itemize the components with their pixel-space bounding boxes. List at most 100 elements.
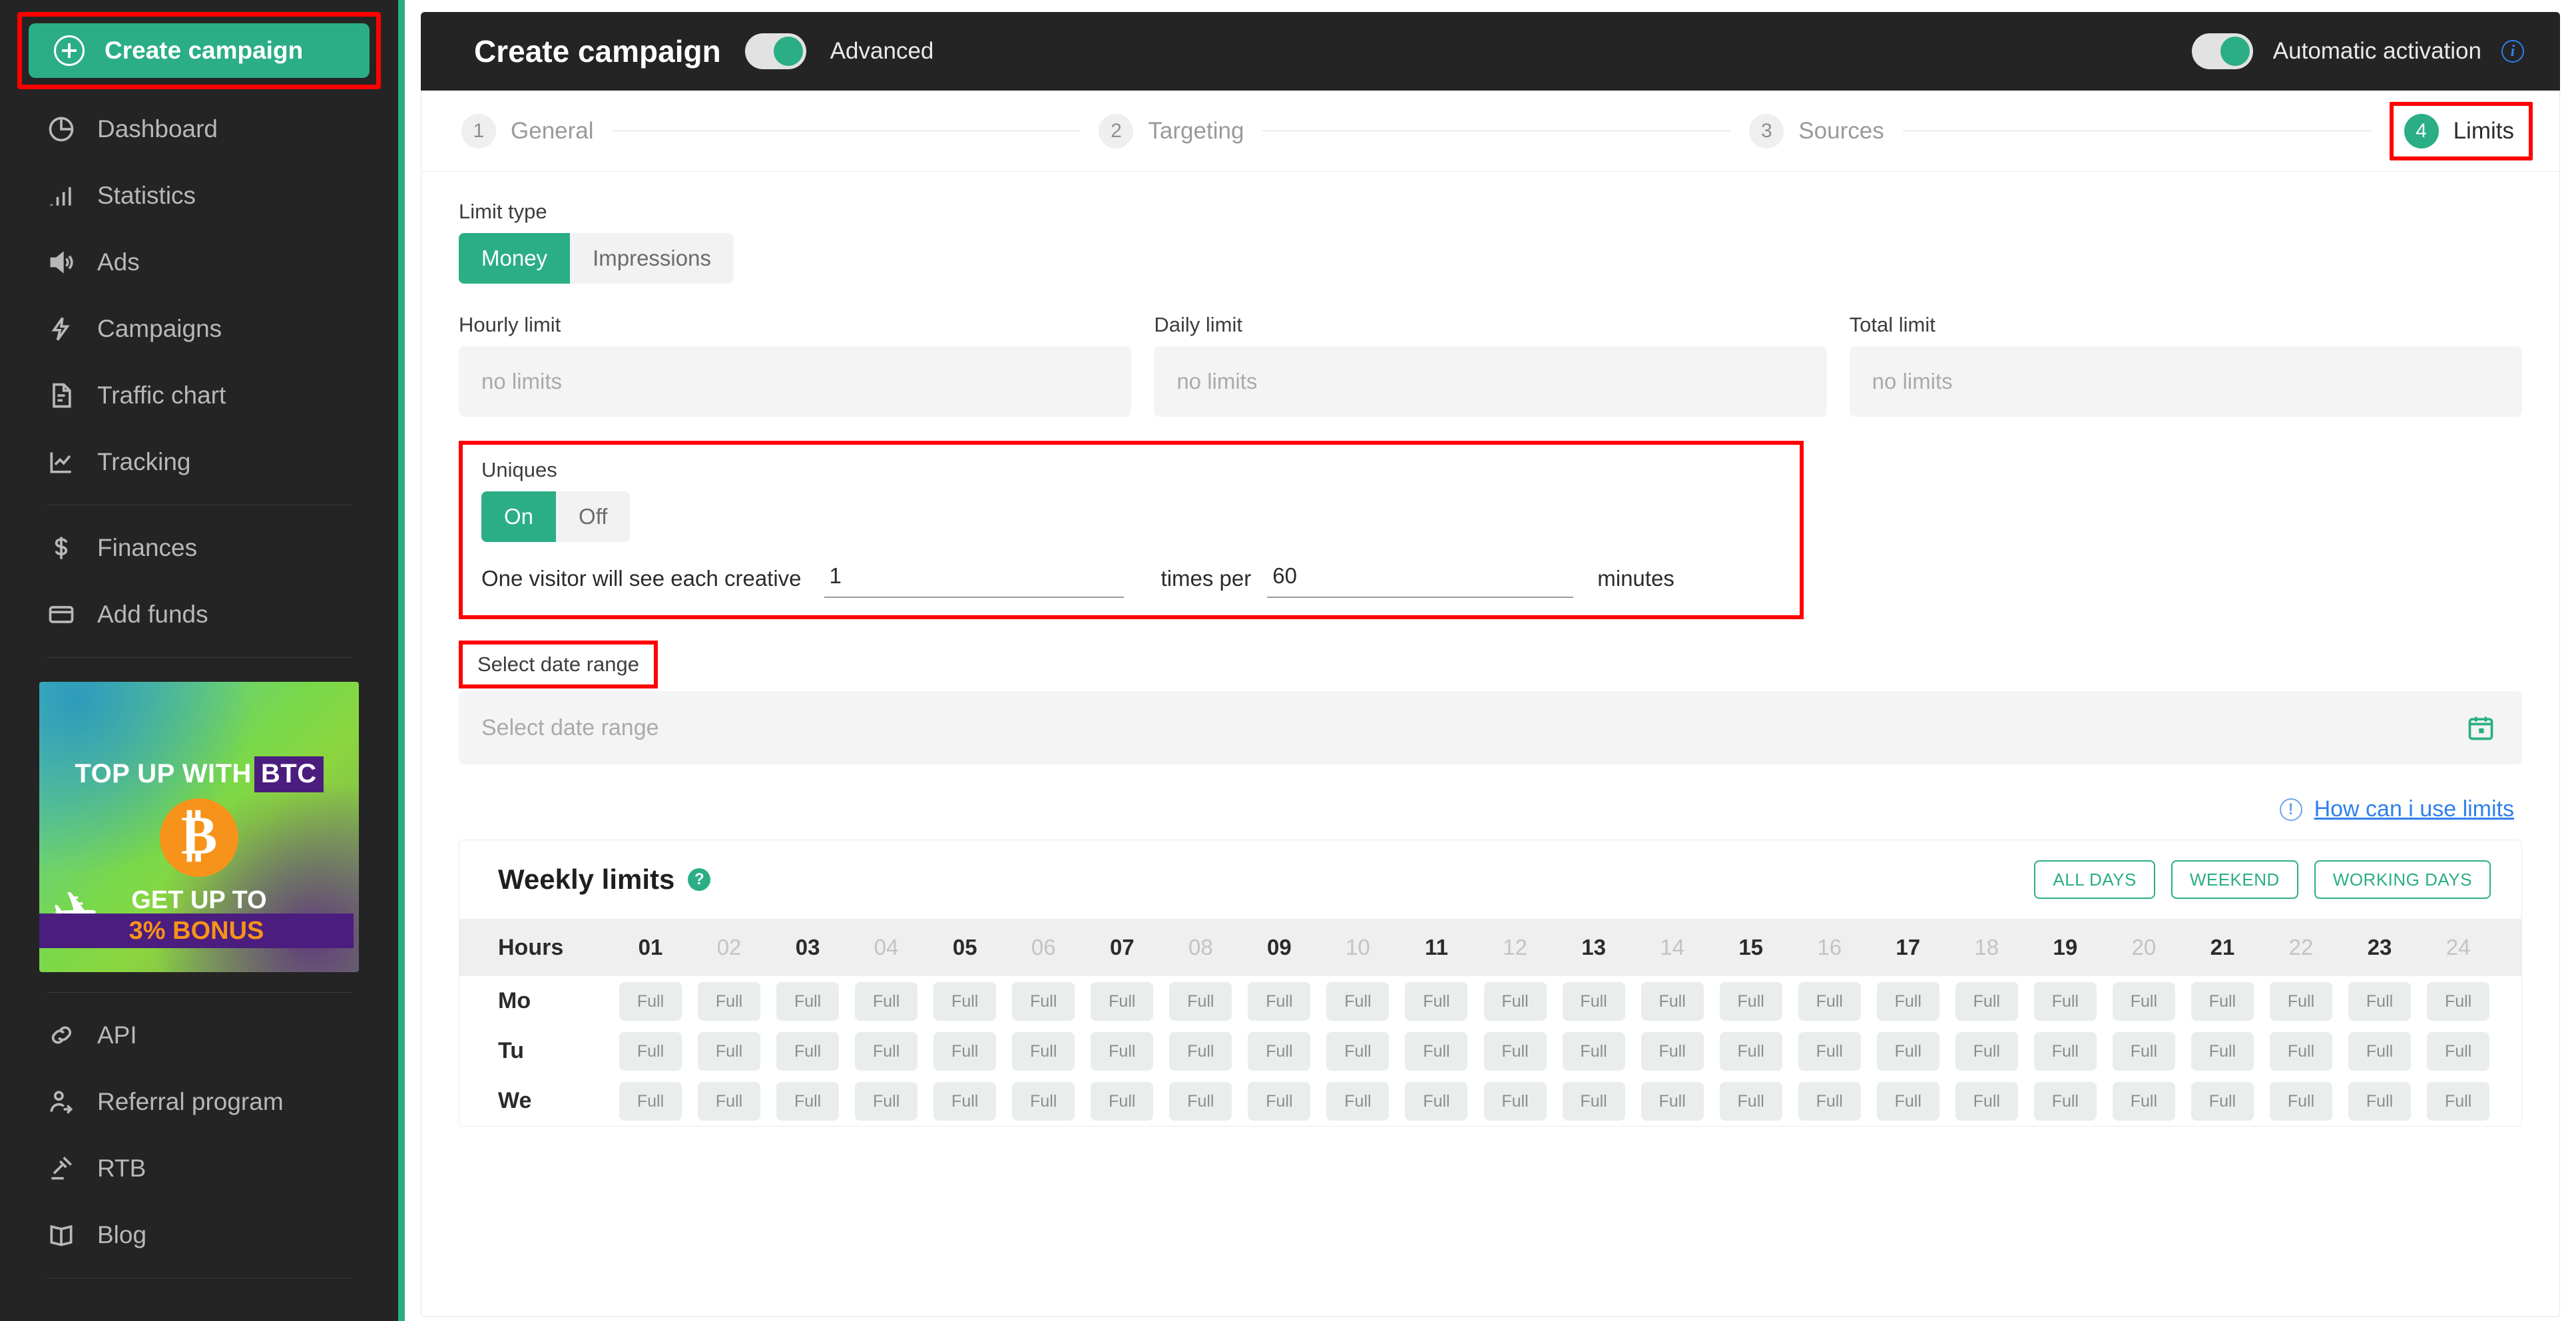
sidebar-item-api[interactable]: API [0, 1002, 398, 1069]
step-targeting[interactable]: 2 Targeting [1099, 113, 1244, 148]
sidebar-item-referral-program[interactable]: Referral program [0, 1069, 398, 1135]
hour-cell-tu-10[interactable]: Full [1326, 1031, 1390, 1071]
hour-cell-tu-13[interactable]: Full [1562, 1031, 1625, 1071]
hour-cell-we-07[interactable]: Full [1091, 1081, 1154, 1121]
hour-cell-we-06[interactable]: Full [1012, 1081, 1075, 1121]
sidebar-item-rtb[interactable]: RTB [0, 1135, 398, 1202]
hour-cell-we-12[interactable]: Full [1483, 1081, 1547, 1121]
limit-type-option-impressions[interactable]: Impressions [570, 233, 734, 284]
hour-cell-mo-17[interactable]: Full [1876, 981, 1939, 1021]
hour-cell-tu-01[interactable]: Full [619, 1031, 682, 1071]
hour-cell-mo-24[interactable]: Full [2427, 981, 2490, 1021]
hour-cell-tu-11[interactable]: Full [1405, 1031, 1468, 1071]
hour-cell-tu-15[interactable]: Full [1719, 1031, 1782, 1071]
hour-cell-tu-12[interactable]: Full [1483, 1031, 1547, 1071]
sidebar-item-campaigns[interactable]: Campaigns [0, 296, 398, 362]
hour-cell-tu-08[interactable]: Full [1169, 1031, 1232, 1071]
hour-cell-tu-04[interactable]: Full [855, 1031, 918, 1071]
create-campaign-button[interactable]: Create campaign [29, 23, 370, 78]
hour-cell-we-04[interactable]: Full [855, 1081, 918, 1121]
hour-cell-tu-24[interactable]: Full [2427, 1031, 2490, 1071]
uniques-option-off[interactable]: Off [556, 491, 631, 542]
uniques-times-input[interactable]: 1 [824, 563, 1124, 598]
date-range-input[interactable]: Select date range [459, 691, 2522, 764]
automatic-activation-toggle[interactable] [2191, 33, 2253, 69]
hour-cell-mo-14[interactable]: Full [1641, 981, 1704, 1021]
hour-cell-tu-22[interactable]: Full [2270, 1031, 2332, 1071]
sidebar-item-statistics[interactable]: Statistics [0, 162, 398, 229]
hour-cell-tu-20[interactable]: Full [2112, 1031, 2175, 1071]
hour-cell-tu-06[interactable]: Full [1012, 1031, 1075, 1071]
sidebar-item-dashboard[interactable]: Dashboard [0, 96, 398, 162]
hour-cell-we-02[interactable]: Full [698, 1081, 761, 1121]
btc-promo-banner[interactable]: TOP UP WITHBTC ₿ GET UP TO ✈ 3% BONUS [39, 682, 359, 972]
hour-cell-tu-23[interactable]: Full [2348, 1031, 2412, 1071]
hour-cell-mo-06[interactable]: Full [1012, 981, 1075, 1021]
sidebar-item-add-funds[interactable]: Add funds [0, 581, 398, 648]
hour-cell-we-22[interactable]: Full [2270, 1081, 2332, 1121]
hour-cell-mo-10[interactable]: Full [1326, 981, 1390, 1021]
sidebar-item-tracking[interactable]: Tracking [0, 429, 398, 495]
hour-cell-we-01[interactable]: Full [619, 1081, 682, 1121]
hour-cell-tu-09[interactable]: Full [1248, 1031, 1311, 1071]
hour-cell-mo-21[interactable]: Full [2190, 981, 2254, 1021]
step-limits[interactable]: 4 Limits [2404, 113, 2514, 148]
hour-cell-we-17[interactable]: Full [1876, 1081, 1939, 1121]
hour-cell-mo-09[interactable]: Full [1248, 981, 1311, 1021]
hour-cell-mo-20[interactable]: Full [2112, 981, 2175, 1021]
step-sources[interactable]: 3 Sources [1749, 113, 1884, 148]
hour-cell-mo-07[interactable]: Full [1091, 981, 1154, 1021]
hour-cell-mo-11[interactable]: Full [1405, 981, 1468, 1021]
hour-cell-we-19[interactable]: Full [2033, 1081, 2097, 1121]
hour-cell-tu-05[interactable]: Full [933, 1031, 997, 1071]
hour-cell-we-20[interactable]: Full [2112, 1081, 2175, 1121]
sidebar-item-traffic-chart[interactable]: Traffic chart [0, 362, 398, 429]
hour-cell-mo-16[interactable]: Full [1798, 981, 1861, 1021]
hour-cell-tu-19[interactable]: Full [2033, 1031, 2097, 1071]
all-days-button[interactable]: ALL DAYS [2034, 860, 2155, 899]
weekend-button[interactable]: WEEKEND [2171, 860, 2298, 899]
advanced-toggle[interactable] [744, 33, 806, 69]
hour-cell-we-21[interactable]: Full [2190, 1081, 2254, 1121]
how-can-i-use-limits-link[interactable]: How can i use limits [2314, 796, 2514, 822]
hour-cell-mo-12[interactable]: Full [1483, 981, 1547, 1021]
hour-cell-tu-17[interactable]: Full [1876, 1031, 1939, 1071]
calendar-icon[interactable] [2466, 713, 2495, 742]
hour-cell-we-11[interactable]: Full [1405, 1081, 1468, 1121]
hour-cell-tu-21[interactable]: Full [2190, 1031, 2254, 1071]
hour-cell-tu-16[interactable]: Full [1798, 1031, 1861, 1071]
hour-cell-we-16[interactable]: Full [1798, 1081, 1861, 1121]
hour-cell-we-14[interactable]: Full [1641, 1081, 1704, 1121]
hour-cell-we-18[interactable]: Full [1955, 1081, 2018, 1121]
sidebar-item-blog[interactable]: Blog [0, 1202, 398, 1268]
uniques-option-on[interactable]: On [481, 491, 557, 542]
hour-cell-mo-23[interactable]: Full [2348, 981, 2412, 1021]
hour-cell-we-10[interactable]: Full [1326, 1081, 1390, 1121]
hour-cell-mo-19[interactable]: Full [2033, 981, 2097, 1021]
hour-cell-we-15[interactable]: Full [1719, 1081, 1782, 1121]
hour-cell-tu-03[interactable]: Full [776, 1031, 840, 1071]
daily-limit-input[interactable]: no limits [1154, 346, 1827, 417]
hour-cell-tu-02[interactable]: Full [698, 1031, 761, 1071]
hour-cell-mo-22[interactable]: Full [2270, 981, 2332, 1021]
hour-cell-we-03[interactable]: Full [776, 1081, 840, 1121]
hour-cell-mo-02[interactable]: Full [698, 981, 761, 1021]
sidebar-item-finances[interactable]: Finances [0, 515, 398, 581]
hour-cell-we-23[interactable]: Full [2348, 1081, 2412, 1121]
sidebar-item-ads[interactable]: Ads [0, 229, 398, 296]
hour-cell-mo-08[interactable]: Full [1169, 981, 1232, 1021]
hour-cell-mo-18[interactable]: Full [1955, 981, 2018, 1021]
info-icon[interactable]: i [2501, 40, 2524, 63]
hour-cell-tu-14[interactable]: Full [1641, 1031, 1704, 1071]
step-general[interactable]: 1 General [461, 113, 594, 148]
hour-cell-we-13[interactable]: Full [1562, 1081, 1625, 1121]
hour-cell-mo-04[interactable]: Full [855, 981, 918, 1021]
hour-cell-mo-01[interactable]: Full [619, 981, 682, 1021]
hour-cell-mo-03[interactable]: Full [776, 981, 840, 1021]
hour-cell-we-08[interactable]: Full [1169, 1081, 1232, 1121]
hour-cell-we-24[interactable]: Full [2427, 1081, 2490, 1121]
hour-cell-tu-07[interactable]: Full [1091, 1031, 1154, 1071]
help-icon[interactable]: ? [688, 868, 711, 891]
hour-cell-mo-05[interactable]: Full [933, 981, 997, 1021]
total-limit-input[interactable]: no limits [1849, 346, 2522, 417]
